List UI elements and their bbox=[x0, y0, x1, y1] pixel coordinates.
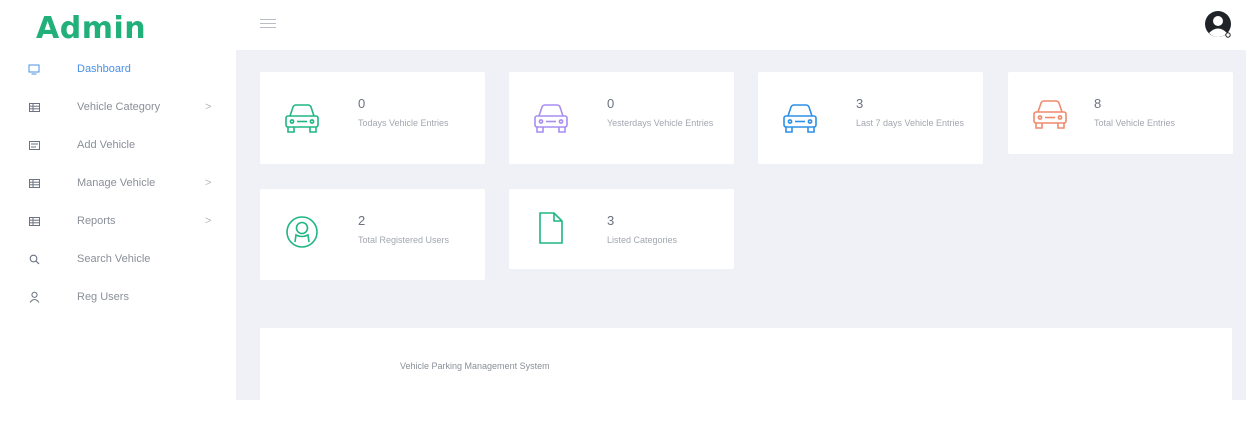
table-icon bbox=[27, 214, 41, 228]
stat-card-listed-categories[interactable]: 3 Listed Categories bbox=[509, 189, 734, 269]
stat-label: Total Vehicle Entries bbox=[1094, 118, 1176, 128]
stat-value: 2 bbox=[358, 213, 366, 228]
sidebar-item-reports[interactable]: Reports > bbox=[0, 202, 236, 240]
stat-card-last7days-entries[interactable]: 3 Last 7 days Vehicle Entries bbox=[758, 72, 983, 164]
car-icon bbox=[780, 102, 820, 136]
car-icon bbox=[531, 102, 571, 136]
sidebar-item-reg-users[interactable]: Reg Users bbox=[0, 278, 236, 316]
sidebar-item-label: Dashboard bbox=[77, 63, 131, 75]
user-circle-icon bbox=[282, 215, 322, 249]
car-icon bbox=[1030, 98, 1070, 132]
sidebar-item-search-vehicle[interactable]: Search Vehicle bbox=[0, 240, 236, 278]
sidebar-item-vehicle-category[interactable]: Vehicle Category > bbox=[0, 88, 236, 126]
list-icon bbox=[27, 138, 41, 152]
stat-label: Total Registered Users bbox=[358, 235, 450, 245]
stat-value: 0 bbox=[607, 96, 615, 111]
stat-value: 3 bbox=[607, 213, 615, 228]
sidebar-item-add-vehicle[interactable]: Add Vehicle bbox=[0, 126, 236, 164]
stat-card-todays-entries[interactable]: 0 Todays Vehicle Entries bbox=[260, 72, 485, 164]
brand: Admin bbox=[0, 0, 236, 50]
sidebar-item-label: Manage Vehicle bbox=[77, 177, 156, 189]
stat-label: Yesterdays Vehicle Entries bbox=[607, 118, 714, 128]
sidebar-item-label: Search Vehicle bbox=[77, 253, 151, 265]
stat-label: Last 7 days Vehicle Entries bbox=[856, 118, 965, 128]
monitor-icon bbox=[27, 62, 41, 76]
stat-value: 8 bbox=[1094, 96, 1102, 111]
table-icon bbox=[27, 100, 41, 114]
table-icon bbox=[27, 176, 41, 190]
sidebar-item-label: Reports bbox=[77, 215, 116, 227]
brand-title: Admin bbox=[36, 11, 147, 46]
chevron-right-icon: > bbox=[205, 177, 212, 189]
chevron-right-icon: > bbox=[205, 101, 212, 113]
sidebar-item-manage-vehicle[interactable]: Manage Vehicle > bbox=[0, 164, 236, 202]
stat-value: 3 bbox=[856, 96, 864, 111]
sidebar-item-label: Vehicle Category bbox=[77, 101, 161, 113]
stat-card-yesterdays-entries[interactable]: 0 Yesterdays Vehicle Entries bbox=[509, 72, 734, 164]
stat-label: Todays Vehicle Entries bbox=[358, 118, 449, 128]
sidebar-item-label: Reg Users bbox=[77, 291, 129, 303]
topbar bbox=[236, 0, 1246, 50]
footer-panel: Vehicle Parking Management System bbox=[260, 328, 1232, 400]
stat-label: Listed Categories bbox=[607, 235, 678, 245]
file-icon bbox=[531, 211, 571, 245]
footer-text: Vehicle Parking Management System bbox=[400, 361, 550, 371]
sidebar: Dashboard Vehicle Category > Add Vehicle… bbox=[0, 50, 236, 445]
hamburger-icon[interactable] bbox=[260, 16, 276, 30]
sidebar-item-dashboard[interactable]: Dashboard bbox=[0, 50, 236, 88]
user-circle-icon[interactable] bbox=[1204, 10, 1232, 40]
car-icon bbox=[282, 102, 322, 136]
user-icon bbox=[27, 290, 41, 304]
stat-card-registered-users[interactable]: 2 Total Registered Users bbox=[260, 189, 485, 280]
stat-value: 0 bbox=[358, 96, 366, 111]
sidebar-item-label: Add Vehicle bbox=[77, 139, 136, 151]
chevron-right-icon: > bbox=[205, 215, 212, 227]
stat-card-total-entries[interactable]: 8 Total Vehicle Entries bbox=[1008, 72, 1233, 154]
search-icon bbox=[27, 252, 41, 266]
